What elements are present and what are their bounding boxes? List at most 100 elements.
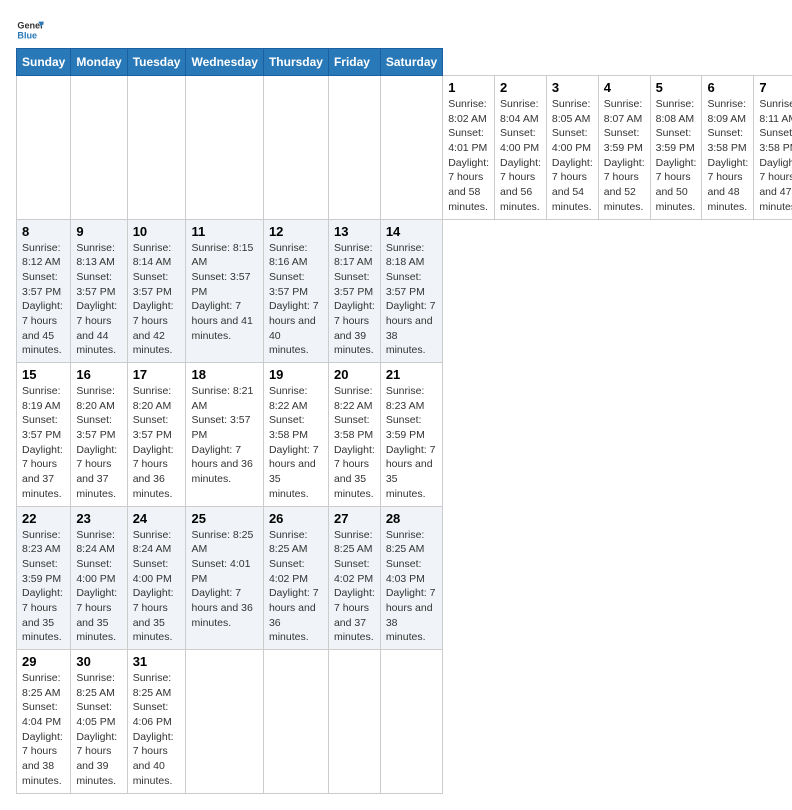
calendar-cell: 19 Sunrise: 8:22 AMSunset: 3:58 PMDaylig… bbox=[263, 363, 328, 507]
day-number: 24 bbox=[133, 511, 181, 526]
calendar-cell bbox=[263, 650, 328, 794]
day-info: Sunrise: 8:25 AMSunset: 4:06 PMDaylight:… bbox=[133, 672, 174, 787]
day-info: Sunrise: 8:18 AMSunset: 3:57 PMDaylight:… bbox=[386, 242, 436, 357]
day-number: 28 bbox=[386, 511, 437, 526]
calendar-table: SundayMondayTuesdayWednesdayThursdayFrid… bbox=[16, 48, 792, 794]
calendar-cell: 30 Sunrise: 8:25 AMSunset: 4:05 PMDaylig… bbox=[71, 650, 127, 794]
calendar-cell: 2 Sunrise: 8:04 AMSunset: 4:00 PMDayligh… bbox=[495, 76, 547, 220]
day-info: Sunrise: 8:05 AMSunset: 4:00 PMDaylight:… bbox=[552, 98, 593, 213]
calendar-cell: 1 Sunrise: 8:02 AMSunset: 4:01 PMDayligh… bbox=[443, 76, 495, 220]
day-number: 12 bbox=[269, 224, 323, 239]
calendar-cell bbox=[263, 76, 328, 220]
day-number: 9 bbox=[76, 224, 121, 239]
day-info: Sunrise: 8:11 AMSunset: 3:58 PMDaylight:… bbox=[759, 98, 792, 213]
calendar-cell: 6 Sunrise: 8:09 AMSunset: 3:58 PMDayligh… bbox=[702, 76, 754, 220]
calendar-cell: 29 Sunrise: 8:25 AMSunset: 4:04 PMDaylig… bbox=[17, 650, 71, 794]
day-number: 6 bbox=[707, 80, 748, 95]
day-info: Sunrise: 8:22 AMSunset: 3:58 PMDaylight:… bbox=[269, 385, 319, 500]
calendar-cell bbox=[17, 76, 71, 220]
day-info: Sunrise: 8:02 AMSunset: 4:01 PMDaylight:… bbox=[448, 98, 489, 213]
day-number: 14 bbox=[386, 224, 437, 239]
day-info: Sunrise: 8:19 AMSunset: 3:57 PMDaylight:… bbox=[22, 385, 63, 500]
calendar-cell bbox=[127, 76, 186, 220]
calendar-cell: 24 Sunrise: 8:24 AMSunset: 4:00 PMDaylig… bbox=[127, 506, 186, 650]
day-info: Sunrise: 8:24 AMSunset: 4:00 PMDaylight:… bbox=[76, 529, 117, 644]
svg-text:Blue: Blue bbox=[17, 30, 37, 40]
day-info: Sunrise: 8:25 AMSunset: 4:04 PMDaylight:… bbox=[22, 672, 63, 787]
day-info: Sunrise: 8:12 AMSunset: 3:57 PMDaylight:… bbox=[22, 242, 63, 357]
calendar-cell: 18 Sunrise: 8:21 AMSunset: 3:57 PMDaylig… bbox=[186, 363, 263, 507]
day-number: 27 bbox=[334, 511, 375, 526]
calendar-week-row: 29 Sunrise: 8:25 AMSunset: 4:04 PMDaylig… bbox=[17, 650, 792, 794]
day-info: Sunrise: 8:25 AMSunset: 4:03 PMDaylight:… bbox=[386, 529, 436, 644]
day-number: 15 bbox=[22, 367, 65, 382]
calendar-cell: 9 Sunrise: 8:13 AMSunset: 3:57 PMDayligh… bbox=[71, 219, 127, 363]
calendar-cell: 22 Sunrise: 8:23 AMSunset: 3:59 PMDaylig… bbox=[17, 506, 71, 650]
calendar-cell: 4 Sunrise: 8:07 AMSunset: 3:59 PMDayligh… bbox=[598, 76, 650, 220]
calendar-cell bbox=[380, 650, 442, 794]
calendar-cell: 13 Sunrise: 8:17 AMSunset: 3:57 PMDaylig… bbox=[328, 219, 380, 363]
day-number: 25 bbox=[191, 511, 257, 526]
logo-svg: General Blue bbox=[16, 16, 44, 44]
day-of-week-header: Friday bbox=[328, 49, 380, 76]
calendar-cell bbox=[380, 76, 442, 220]
calendar-cell bbox=[71, 76, 127, 220]
day-info: Sunrise: 8:20 AMSunset: 3:57 PMDaylight:… bbox=[133, 385, 174, 500]
calendar-cell: 7 Sunrise: 8:11 AMSunset: 3:58 PMDayligh… bbox=[754, 76, 792, 220]
calendar-cell: 16 Sunrise: 8:20 AMSunset: 3:57 PMDaylig… bbox=[71, 363, 127, 507]
day-number: 1 bbox=[448, 80, 489, 95]
calendar-cell: 27 Sunrise: 8:25 AMSunset: 4:02 PMDaylig… bbox=[328, 506, 380, 650]
day-info: Sunrise: 8:25 AMSunset: 4:01 PMDaylight:… bbox=[191, 529, 253, 629]
calendar-week-row: 15 Sunrise: 8:19 AMSunset: 3:57 PMDaylig… bbox=[17, 363, 792, 507]
day-info: Sunrise: 8:23 AMSunset: 3:59 PMDaylight:… bbox=[22, 529, 63, 644]
day-number: 11 bbox=[191, 224, 257, 239]
calendar-cell: 3 Sunrise: 8:05 AMSunset: 4:00 PMDayligh… bbox=[546, 76, 598, 220]
day-number: 31 bbox=[133, 654, 181, 669]
calendar-cell: 10 Sunrise: 8:14 AMSunset: 3:57 PMDaylig… bbox=[127, 219, 186, 363]
header: General Blue bbox=[16, 16, 776, 44]
day-number: 30 bbox=[76, 654, 121, 669]
calendar-week-row: 8 Sunrise: 8:12 AMSunset: 3:57 PMDayligh… bbox=[17, 219, 792, 363]
day-info: Sunrise: 8:13 AMSunset: 3:57 PMDaylight:… bbox=[76, 242, 117, 357]
day-info: Sunrise: 8:23 AMSunset: 3:59 PMDaylight:… bbox=[386, 385, 436, 500]
logo: General Blue bbox=[16, 16, 48, 44]
calendar-cell bbox=[186, 650, 263, 794]
day-info: Sunrise: 8:16 AMSunset: 3:57 PMDaylight:… bbox=[269, 242, 319, 357]
day-info: Sunrise: 8:24 AMSunset: 4:00 PMDaylight:… bbox=[133, 529, 174, 644]
day-number: 2 bbox=[500, 80, 541, 95]
day-info: Sunrise: 8:22 AMSunset: 3:58 PMDaylight:… bbox=[334, 385, 375, 500]
calendar-week-row: 22 Sunrise: 8:23 AMSunset: 3:59 PMDaylig… bbox=[17, 506, 792, 650]
calendar-cell: 12 Sunrise: 8:16 AMSunset: 3:57 PMDaylig… bbox=[263, 219, 328, 363]
calendar-cell: 21 Sunrise: 8:23 AMSunset: 3:59 PMDaylig… bbox=[380, 363, 442, 507]
day-info: Sunrise: 8:15 AMSunset: 3:57 PMDaylight:… bbox=[191, 242, 253, 342]
calendar-cell: 14 Sunrise: 8:18 AMSunset: 3:57 PMDaylig… bbox=[380, 219, 442, 363]
day-of-week-header: Thursday bbox=[263, 49, 328, 76]
calendar-cell: 23 Sunrise: 8:24 AMSunset: 4:00 PMDaylig… bbox=[71, 506, 127, 650]
day-number: 13 bbox=[334, 224, 375, 239]
calendar-cell: 31 Sunrise: 8:25 AMSunset: 4:06 PMDaylig… bbox=[127, 650, 186, 794]
day-info: Sunrise: 8:04 AMSunset: 4:00 PMDaylight:… bbox=[500, 98, 541, 213]
calendar-cell: 11 Sunrise: 8:15 AMSunset: 3:57 PMDaylig… bbox=[186, 219, 263, 363]
day-number: 21 bbox=[386, 367, 437, 382]
day-info: Sunrise: 8:21 AMSunset: 3:57 PMDaylight:… bbox=[191, 385, 253, 485]
day-info: Sunrise: 8:25 AMSunset: 4:02 PMDaylight:… bbox=[269, 529, 319, 644]
day-number: 8 bbox=[22, 224, 65, 239]
calendar-cell: 28 Sunrise: 8:25 AMSunset: 4:03 PMDaylig… bbox=[380, 506, 442, 650]
calendar-cell: 15 Sunrise: 8:19 AMSunset: 3:57 PMDaylig… bbox=[17, 363, 71, 507]
calendar-cell: 26 Sunrise: 8:25 AMSunset: 4:02 PMDaylig… bbox=[263, 506, 328, 650]
day-number: 17 bbox=[133, 367, 181, 382]
day-of-week-header: Wednesday bbox=[186, 49, 263, 76]
day-of-week-header: Sunday bbox=[17, 49, 71, 76]
calendar-cell bbox=[328, 76, 380, 220]
day-number: 26 bbox=[269, 511, 323, 526]
calendar-cell bbox=[328, 650, 380, 794]
calendar-cell bbox=[186, 76, 263, 220]
day-number: 23 bbox=[76, 511, 121, 526]
day-number: 4 bbox=[604, 80, 645, 95]
day-of-week-header: Tuesday bbox=[127, 49, 186, 76]
calendar-week-row: 1 Sunrise: 8:02 AMSunset: 4:01 PMDayligh… bbox=[17, 76, 792, 220]
day-number: 7 bbox=[759, 80, 792, 95]
day-number: 18 bbox=[191, 367, 257, 382]
day-info: Sunrise: 8:20 AMSunset: 3:57 PMDaylight:… bbox=[76, 385, 117, 500]
calendar-header-row: SundayMondayTuesdayWednesdayThursdayFrid… bbox=[17, 49, 792, 76]
